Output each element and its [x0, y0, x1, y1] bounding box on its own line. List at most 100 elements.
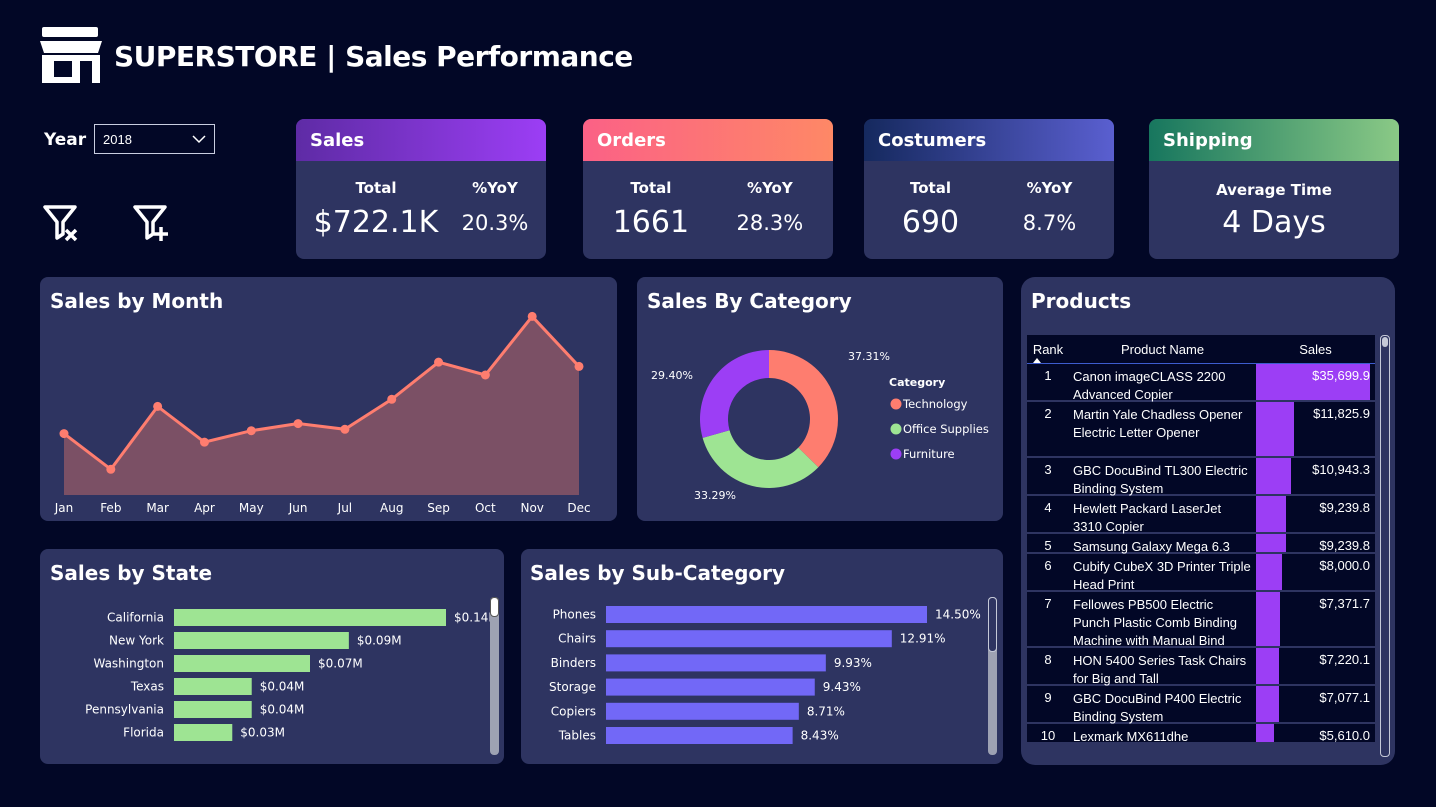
- year-dropdown[interactable]: 2018: [94, 124, 215, 154]
- rank-cell: 5: [1044, 538, 1052, 553]
- table-row[interactable]: 3 GBC DocuBind TL300 Electric Binding Sys…: [1027, 458, 1375, 496]
- sales-data-bar: [1256, 402, 1294, 456]
- sales-value: $9,239.8: [1319, 538, 1370, 553]
- category-data-label: 29.40%: [651, 369, 693, 382]
- rank-cell: 7: [1044, 596, 1052, 611]
- column-header-product-name[interactable]: Product Name: [1069, 342, 1256, 357]
- product-name-cell: HON 5400 Series Task Chairs for Big and …: [1073, 653, 1247, 686]
- sales-value: $7,371.7: [1319, 596, 1370, 611]
- state-scrollbar-thumb[interactable]: [490, 597, 499, 617]
- table-row[interactable]: 1 Canon imageCLASS 2200 Advanced Copier $3…: [1027, 364, 1375, 402]
- apply-filters-button[interactable]: [132, 204, 172, 249]
- kpi-customers-total-label: Total: [909, 179, 951, 197]
- panel-sales-by-month: Sales by Month Jan Feb Mar Apr May Jun Jul Aug S…: [40, 277, 617, 521]
- panel-products: Products Rank Product Name Sales 1 Canon …: [1021, 277, 1395, 765]
- sales-cell: $10,943.3: [1256, 458, 1375, 494]
- subcategory-scrollbar[interactable]: [988, 597, 997, 755]
- product-name-cell: Cubify CubeX 3D Printer Triple Head Prin…: [1073, 559, 1251, 592]
- state-category-label: Washington: [93, 657, 164, 671]
- category-data-label: 37.31%: [848, 350, 890, 363]
- month-tick-label: Mar: [146, 501, 169, 515]
- filter-clear-icon: [43, 205, 78, 242]
- month-point-may: [246, 426, 256, 436]
- table-row[interactable]: 7 Fellowes PB500 Electric Punch Plastic C…: [1027, 592, 1375, 648]
- month-point-nov: [527, 311, 537, 321]
- month-tick-label: Nov: [520, 501, 543, 515]
- subcategory-category-label: Phones: [553, 608, 596, 622]
- kpi-orders-total: 1661: [612, 205, 690, 240]
- store-icon: [40, 27, 102, 83]
- subcategory-data-label: 9.43%: [823, 680, 861, 694]
- kpi-sales-total-label: Total: [355, 179, 397, 197]
- column-header-rank[interactable]: Rank: [1027, 342, 1069, 363]
- table-row[interactable]: 10 Lexmark MX611dhe $5,610.0: [1027, 724, 1375, 744]
- sales-data-bar: [1256, 648, 1280, 684]
- month-tick-label: Oct: [475, 501, 496, 515]
- legend-label-technology: Technology: [902, 397, 968, 411]
- clear-filters-button[interactable]: [42, 204, 82, 249]
- kpi-card-customers: Costumers Total 690 %YoY 8.7%: [864, 119, 1114, 259]
- rank-cell: 9: [1044, 690, 1052, 705]
- sales-data-bar: [1256, 592, 1280, 646]
- subcategory-bar-chairs: [606, 630, 892, 648]
- column-header-sales[interactable]: Sales: [1256, 342, 1375, 357]
- panel-sales-by-state: Sales by State California $0.14M New York $…: [40, 549, 504, 764]
- subcategory-scrollbar-thumb[interactable]: [988, 597, 997, 652]
- month-point-aug: [387, 394, 397, 404]
- legend-label-office-supplies: Office Supplies: [903, 422, 989, 436]
- category-slice-office-supplies: [702, 430, 819, 488]
- products-scrollbar[interactable]: [1380, 335, 1390, 757]
- sales-data-bar: [1256, 554, 1282, 590]
- table-row[interactable]: 8 HON 5400 Series Task Chairs for Big and…: [1027, 648, 1375, 686]
- subcategory-data-label: 12.91%: [900, 632, 946, 646]
- state-category-label: Florida: [123, 726, 164, 740]
- rank-cell: 4: [1044, 500, 1052, 515]
- panel-title-products: Products: [1031, 289, 1132, 313]
- sales-by-month-chart: Jan Feb Mar Apr May Jun Jul Aug Sep Oct Nov Dec: [54, 311, 591, 515]
- sales-by-category-chart: 37.31% 33.29% 29.40% Category Technology Offi…: [651, 350, 989, 502]
- kpi-orders-total-label: Total: [630, 179, 672, 197]
- product-name-cell: Fellowes PB500 Electric Punch Plastic Co…: [1073, 597, 1238, 648]
- product-name-cell: Canon imageCLASS 2200 Advanced Copier: [1073, 369, 1226, 402]
- subcategory-bar-tables: [606, 727, 793, 744]
- legend-marker-technology: [890, 398, 902, 410]
- sales-value: $5,610.0: [1319, 728, 1370, 743]
- subcategory-data-label: 8.43%: [801, 729, 839, 743]
- table-row[interactable]: 2 Martin Yale Chadless Opener Electric Le…: [1027, 402, 1375, 458]
- kpi-sales-yoy-label: %YoY: [472, 179, 518, 197]
- sales-value: $9,239.8: [1319, 500, 1370, 515]
- legend-marker-office-supplies: [890, 423, 902, 435]
- state-scrollbar[interactable]: [490, 597, 499, 755]
- table-row[interactable]: 5 Samsung Galaxy Mega 6.3 $9,239.8: [1027, 534, 1375, 554]
- sales-by-state-chart: California $0.14MNew York $0.09MWashington…: [85, 609, 499, 741]
- month-tick-label: Dec: [567, 501, 590, 515]
- sort-ascending-icon: [1033, 357, 1041, 363]
- state-data-label: $0.09M: [357, 634, 402, 648]
- state-bar-california: [174, 609, 446, 626]
- month-area: [64, 316, 579, 495]
- products-scrollbar-thumb[interactable]: [1382, 337, 1388, 347]
- filter-add-icon: [133, 205, 168, 241]
- subcategory-category-label: Copiers: [551, 704, 596, 718]
- subcategory-category-label: Binders: [551, 656, 596, 670]
- table-row[interactable]: 9 GBC DocuBind P400 Electric Binding Syst…: [1027, 686, 1375, 724]
- sales-data-bar: [1256, 724, 1274, 742]
- sales-value: $10,943.3: [1312, 462, 1370, 477]
- month-point-jul: [340, 424, 350, 434]
- kpi-sales-yoy: 20.3%: [461, 211, 529, 235]
- product-name-cell: Samsung Galaxy Mega 6.3: [1073, 539, 1230, 554]
- table-row[interactable]: 4 Hewlett Packard LaserJet 3310 Copier $9,…: [1027, 496, 1375, 534]
- category-legend-title: Category: [889, 376, 945, 389]
- state-data-label: $0.04M: [260, 680, 305, 694]
- kpi-customers-total: 690: [901, 205, 960, 240]
- kpi-card-shipping: Shipping Average Time 4 Days: [1149, 119, 1399, 259]
- kpi-shipping-label: Average Time: [1216, 181, 1332, 199]
- state-bar-washington: [174, 655, 310, 672]
- subcategory-category-label: Storage: [549, 680, 596, 694]
- kpi-customers-yoy: 8.7%: [1022, 211, 1077, 235]
- state-bar-pennsylvania: [174, 701, 252, 718]
- products-table-body: 1 Canon imageCLASS 2200 Advanced Copier $3…: [1027, 364, 1375, 744]
- kpi-sales-total: $722.1K: [313, 205, 439, 240]
- table-row[interactable]: 6 Cubify CubeX 3D Printer Triple Head Pri…: [1027, 554, 1375, 592]
- state-bar-new-york: [174, 632, 349, 649]
